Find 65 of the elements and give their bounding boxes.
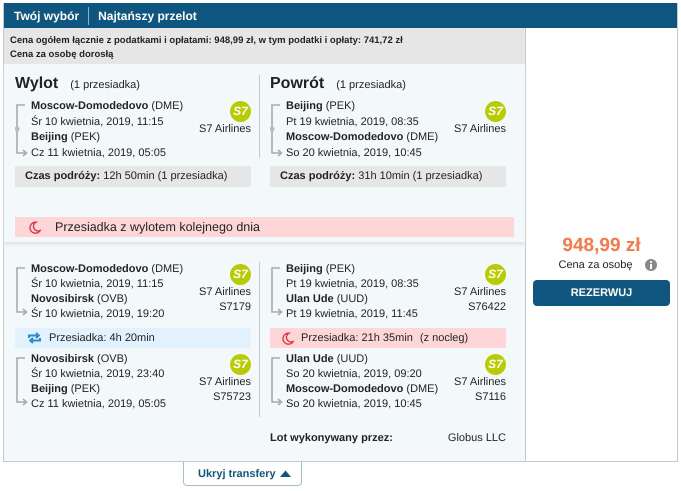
swap-arrows-icon	[27, 332, 42, 344]
airline-logo: S7	[485, 101, 506, 122]
hide-transfers-button[interactable]: Ukryj transfery	[183, 462, 302, 486]
airport-name: Beijing (PEK)	[286, 262, 356, 277]
caret-up-icon	[280, 470, 291, 477]
airline-name: S7 Airlines	[454, 122, 506, 137]
departure-time: Śr 10 kwietnia, 2019, 11:15	[31, 114, 164, 130]
flight-number: S75723	[213, 390, 251, 405]
airport-name: Beijing (PEK)	[31, 382, 102, 397]
airline-logo: S7	[230, 264, 251, 285]
header-title: Twój wybór	[14, 8, 80, 22]
stops-count: (1 przesiadka)	[336, 79, 406, 91]
arrival-time: Cz 11 kwietnia, 2019, 05:05	[31, 397, 167, 412]
arrival-time: So 20 kwietnia, 2019, 10:45	[286, 397, 423, 412]
price-info-text: Cena ogółem łącznie z podatkami i opłatami: 948,99 zł, w tym podatki i opłaty: 741,72 zł	[10, 34, 404, 48]
flight-number: S76422	[468, 300, 506, 315]
price-caption: Cena za osobę	[558, 259, 632, 271]
operator-label: Lot wykonywany przez:	[270, 432, 393, 444]
info-icon	[644, 259, 656, 271]
airline-name: S7 Airlines	[199, 122, 251, 137]
notice-text: Przesiadka z wylotem kolejnego dnia	[55, 220, 260, 234]
stops-count: (1 przesiadka)	[70, 79, 140, 91]
arrival-time: Pt 19 kwietnia, 2019, 11:45	[286, 307, 419, 322]
airport-name: Moscow-Domodedovo (DME)	[286, 130, 440, 145]
flight-number: S7179	[219, 300, 251, 315]
moon-icon	[29, 220, 41, 234]
airline-name: S7 Airlines	[199, 375, 251, 390]
price-info-text: Cena za osobę dorosłą	[10, 48, 114, 62]
departure-time: Pt 19 kwietnia, 2019, 08:35	[286, 277, 420, 292]
book-button[interactable]: REZERWUJ	[533, 280, 670, 306]
airline-logo: S7	[230, 101, 251, 122]
leg-title: Wylot	[15, 75, 58, 93]
departure-time: So 20 kwietnia, 2019, 09:20	[286, 367, 423, 382]
header-title: Najtańszy przelot	[98, 8, 197, 22]
airport-name: Moscow-Domodedovo (DME)	[286, 382, 440, 397]
arrival-time: Cz 11 kwietnia, 2019, 05:05	[31, 146, 167, 160]
airport-name: Moscow-Domodedovo (DME)	[31, 262, 184, 277]
airline-logo: S7	[485, 264, 506, 285]
airline-logo: S7	[485, 354, 506, 375]
flight-number: S7116	[475, 390, 506, 405]
transfer-note: (z nocleg)	[420, 332, 468, 344]
departure-time: Pt 19 kwietnia, 2019, 08:35	[286, 114, 420, 130]
departure-time: Śr 10 kwietnia, 2019, 11:15	[31, 277, 164, 292]
airport-name: Moscow-Domodedovo (DME)	[31, 99, 184, 114]
airport-name: Ulan Ude (UUD)	[286, 352, 369, 367]
travel-time-bar: Czas podróży: 12h 50min (1 przesiadka)	[15, 166, 251, 187]
arrival-time: So 20 kwietnia, 2019, 10:45	[286, 146, 423, 160]
airport-name: Ulan Ude (UUD)	[286, 292, 369, 307]
operator-name: Globus LLC	[448, 432, 506, 444]
airport-name: Novosibirsk (OVB)	[31, 352, 129, 367]
transfer-text: Przesiadka: 21h 35min	[301, 332, 413, 344]
airline-name: S7 Airlines	[454, 375, 506, 390]
moon-icon	[282, 332, 294, 344]
airport-name: Beijing (PEK)	[31, 130, 102, 145]
airport-name: Beijing (PEK)	[286, 99, 356, 114]
travel-time-bar: Czas podróży: 31h 10min (1 przesiadka)	[270, 166, 506, 187]
arrival-time: Śr 10 kwietnia, 2019, 19:20	[31, 307, 166, 322]
airline-name: S7 Airlines	[199, 285, 251, 300]
transfer-text: Przesiadka: 4h 20min	[49, 332, 155, 344]
price-amount: 948,99 zł	[562, 235, 641, 257]
airport-name: Novosibirsk (OVB)	[31, 292, 129, 307]
airline-logo: S7	[230, 354, 251, 375]
departure-time: Śr 10 kwietnia, 2019, 23:40	[31, 367, 166, 382]
airline-name: S7 Airlines	[454, 285, 506, 300]
leg-title: Powrót	[270, 75, 324, 93]
